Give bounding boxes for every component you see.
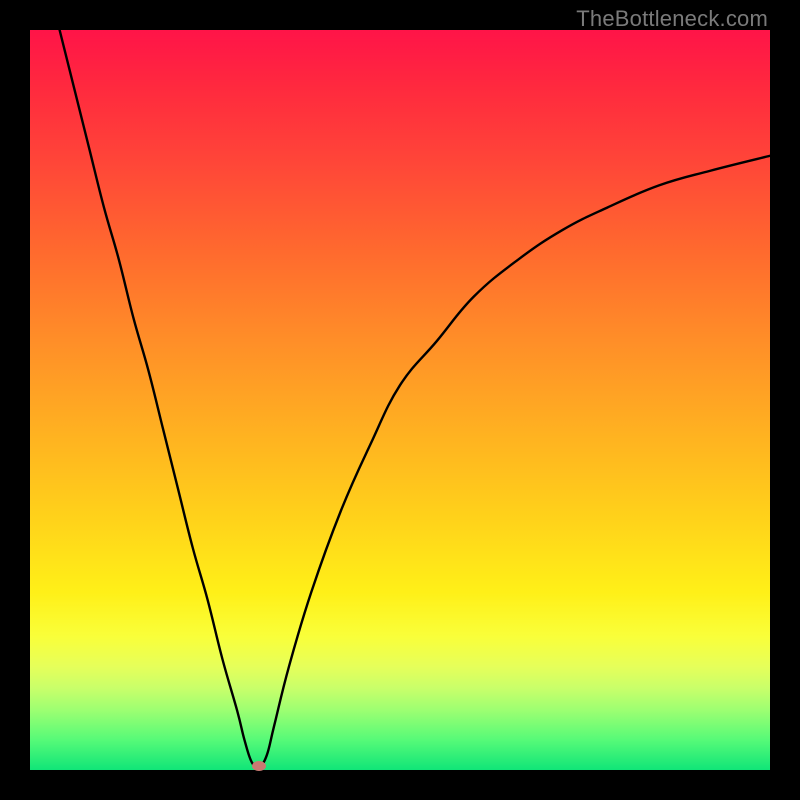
watermark-text: TheBottleneck.com xyxy=(576,6,768,32)
bottleneck-curve xyxy=(30,30,770,770)
minimum-marker xyxy=(252,761,266,771)
plot-area xyxy=(30,30,770,770)
chart-frame: TheBottleneck.com xyxy=(0,0,800,800)
